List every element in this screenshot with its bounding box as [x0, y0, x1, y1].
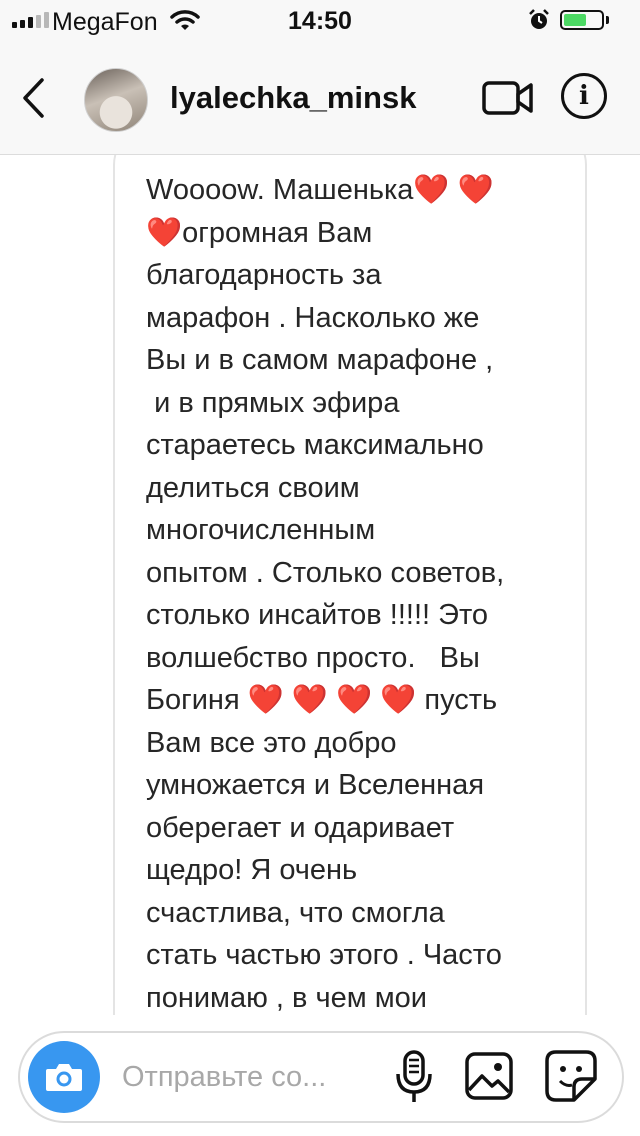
message-input[interactable]: Отправьте со...	[122, 1061, 326, 1094]
camera-button[interactable]	[28, 1041, 100, 1113]
sticker-icon[interactable]	[544, 1049, 598, 1103]
message-composer: Отправьте со...	[18, 1031, 624, 1123]
video-call-icon[interactable]	[482, 80, 534, 116]
battery-tip	[606, 16, 609, 24]
battery-icon	[560, 10, 604, 30]
message-text: Woooow. Машенька❤️ ❤️ ❤️огромная Вам бла…	[146, 174, 505, 1014]
gallery-icon[interactable]	[464, 1050, 514, 1102]
camera-icon	[46, 1064, 82, 1091]
chat-username[interactable]: lyalechka_minsk	[170, 80, 416, 116]
back-chevron-icon[interactable]	[18, 76, 48, 120]
avatar[interactable]	[84, 68, 148, 132]
chat-header: lyalechka_minsk i	[0, 40, 640, 155]
alarm-icon	[529, 9, 549, 29]
status-bar: MegaFon 14:50	[0, 0, 640, 40]
message-thread[interactable]: Woooow. Машенька❤️ ❤️ ❤️огромная Вам бла…	[0, 155, 640, 1015]
microphone-icon[interactable]	[394, 1050, 434, 1106]
info-icon[interactable]: i	[561, 73, 607, 119]
